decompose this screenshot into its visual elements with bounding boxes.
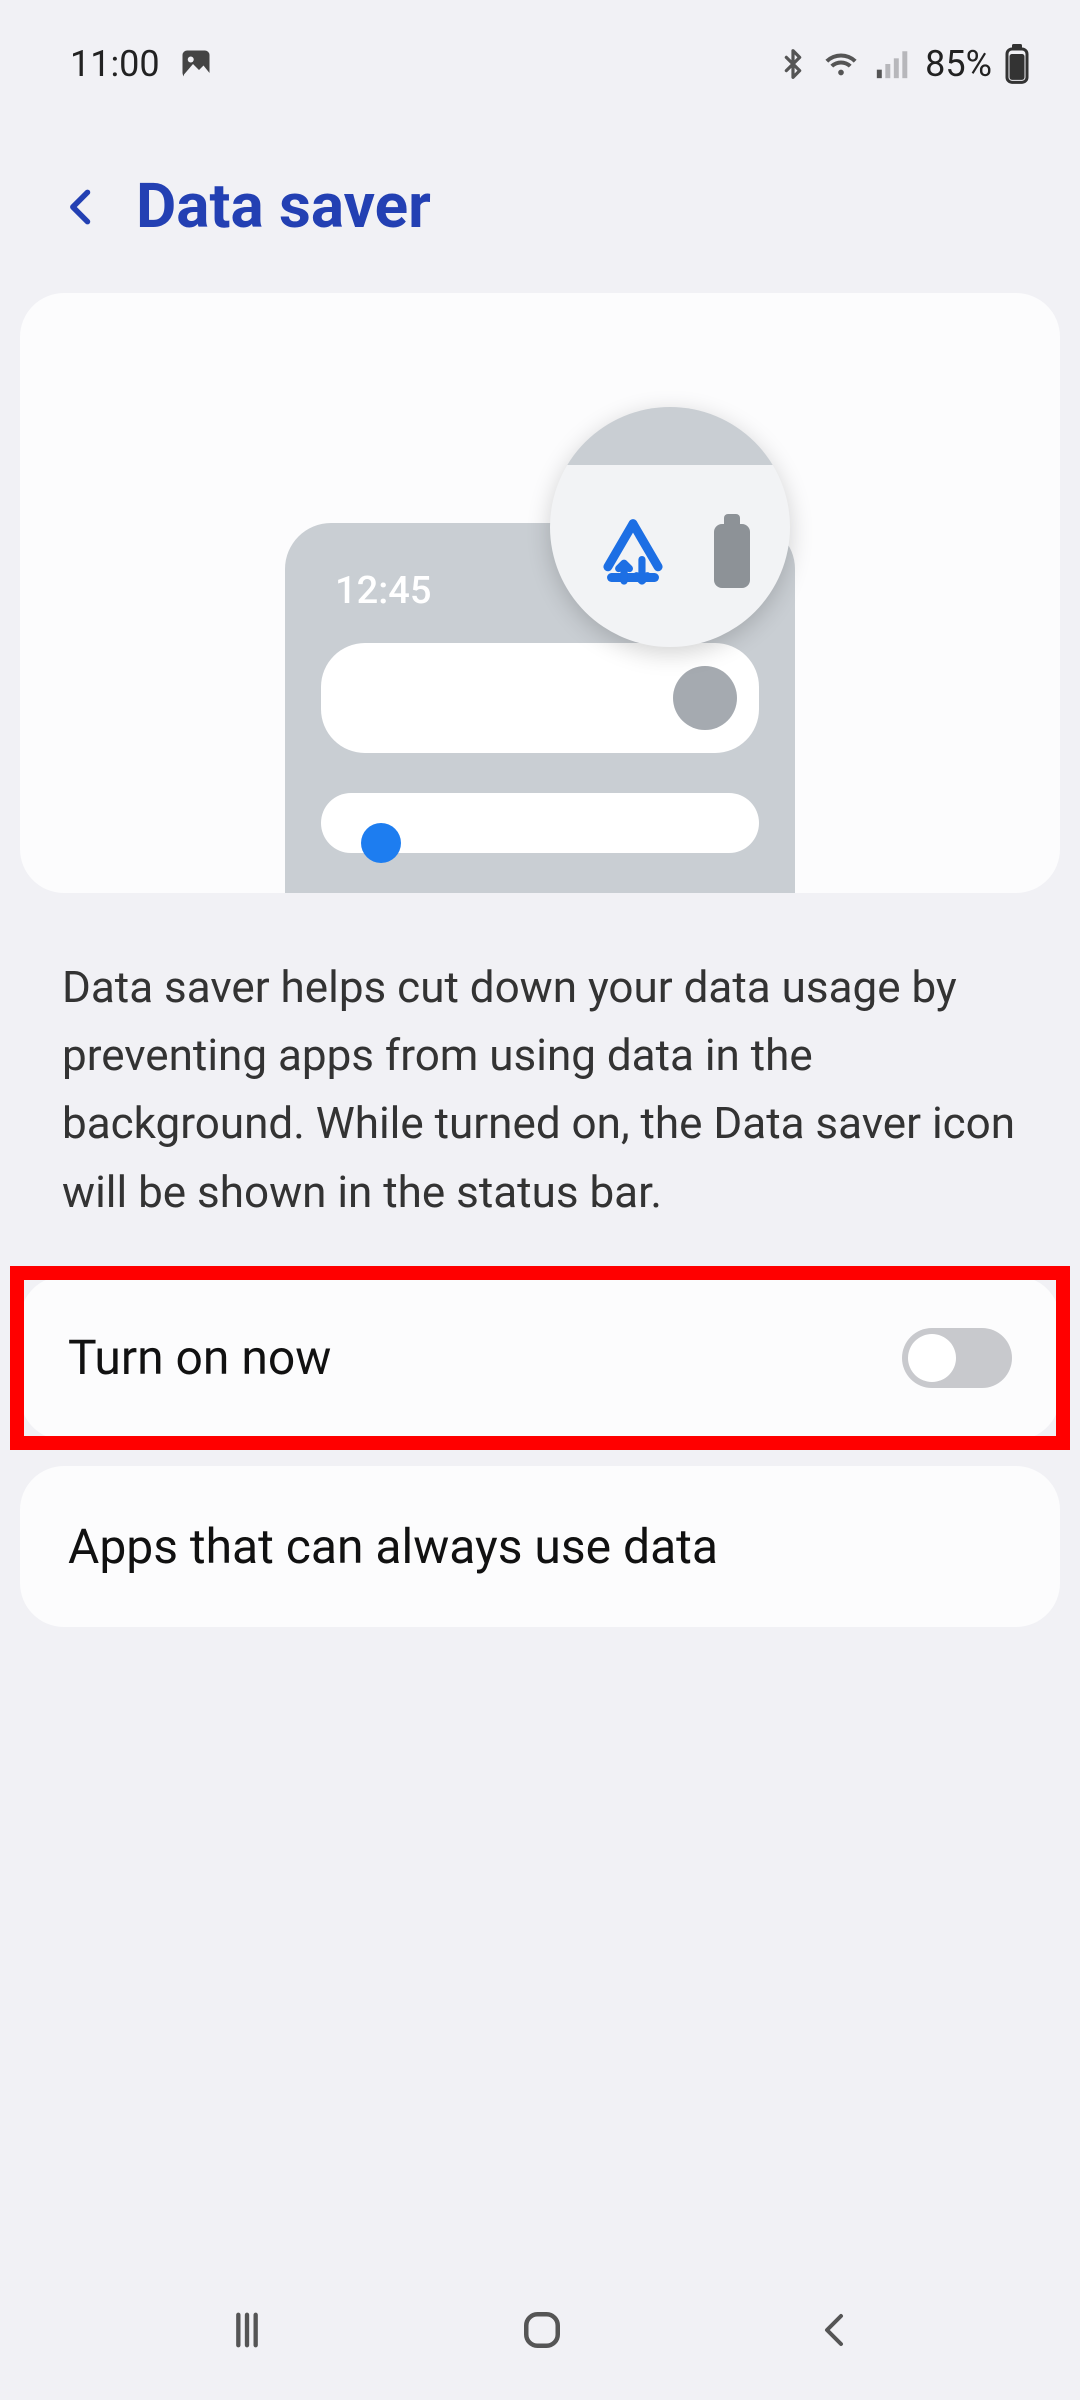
battery-icon	[1004, 44, 1030, 84]
turn-on-label: Turn on now	[68, 1329, 331, 1386]
status-bar: 11:00 85%	[0, 0, 1080, 100]
back-icon[interactable]	[60, 181, 104, 233]
data-saver-icon	[590, 513, 676, 599]
always-allow-label: Apps that can always use data	[68, 1518, 718, 1575]
illustration-card: 12:45	[20, 293, 1060, 893]
mock-pill-1	[321, 643, 759, 753]
mock-pill-2	[321, 793, 759, 853]
status-time: 11:00	[70, 43, 160, 85]
navigation-bar	[0, 2260, 1080, 2400]
battery-mini-icon	[714, 524, 750, 588]
wifi-icon	[821, 47, 861, 81]
always-allow-row[interactable]: Apps that can always use data	[20, 1466, 1060, 1627]
description-text: Data saver helps cut down your data usag…	[0, 893, 1080, 1276]
nav-recent-icon[interactable]	[221, 2304, 273, 2356]
nav-home-icon[interactable]	[515, 2303, 569, 2357]
header: Data saver	[0, 100, 1080, 293]
turn-on-row[interactable]: Turn on now	[20, 1276, 1060, 1440]
picture-icon	[178, 46, 214, 82]
status-bar-right: 85%	[777, 43, 1030, 85]
page-title: Data saver	[136, 170, 431, 243]
bluetooth-icon	[777, 45, 809, 83]
magnifier	[550, 407, 790, 647]
signal-icon	[873, 47, 909, 81]
turn-on-toggle[interactable]	[902, 1328, 1012, 1388]
nav-back-icon[interactable]	[811, 2306, 859, 2354]
status-bar-left: 11:00	[70, 43, 214, 85]
battery-percentage: 85%	[925, 43, 992, 85]
